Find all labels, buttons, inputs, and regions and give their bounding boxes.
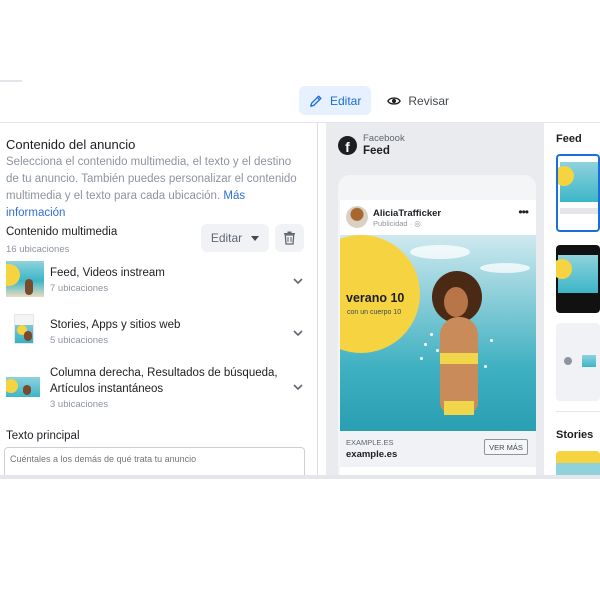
feed-post-card: AliciaTrafficker Publicidad · ◎ ••• vera… bbox=[340, 200, 536, 475]
see-more-button[interactable]: VER MÁS bbox=[484, 439, 528, 455]
chevron-down-icon[interactable] bbox=[292, 275, 304, 287]
avatar bbox=[346, 206, 368, 228]
placement-thumb-feed[interactable] bbox=[556, 154, 600, 232]
placement-count: 5 ubicaciones bbox=[50, 335, 109, 346]
tab-editar[interactable]: Editar bbox=[299, 86, 372, 115]
section-description: Selecciona el contenido multimedia, el t… bbox=[6, 154, 306, 222]
facebook-icon: f bbox=[338, 135, 357, 155]
placement-thumb-instagram[interactable] bbox=[556, 245, 600, 313]
cta-domain-caption: EXAMPLE.ES bbox=[346, 438, 394, 447]
primary-text-title: Texto principal bbox=[6, 430, 80, 442]
media-count: 16 ubicaciones bbox=[6, 244, 70, 255]
eye-icon bbox=[387, 96, 402, 105]
left-divider-stub bbox=[0, 80, 22, 82]
chevron-down-icon[interactable] bbox=[292, 327, 304, 339]
creative-subslogan: con un cuerpo 10 bbox=[347, 309, 402, 316]
placement-stories[interactable]: Stories, Apps y sitios web 5 ubicaciones bbox=[0, 313, 317, 357]
trash-icon bbox=[284, 231, 295, 245]
bottom-edge bbox=[0, 475, 600, 479]
post-username: AliciaTrafficker bbox=[373, 208, 442, 219]
placement-feed[interactable]: Feed, Videos instream 7 ubicaciones bbox=[0, 261, 317, 305]
delete-media-button[interactable] bbox=[275, 224, 304, 252]
ad-creative-image: verano 10 con un cuerpo 10 bbox=[340, 235, 536, 431]
preview-platform: f Facebook Feed bbox=[338, 133, 405, 157]
media-title: Contenido multimedia bbox=[6, 226, 118, 238]
placement-thumbnails-column: Feed Stories bbox=[548, 123, 600, 475]
placement-name: Stories, Apps y sitios web bbox=[50, 319, 181, 331]
placement-count: 3 ubicaciones bbox=[50, 399, 109, 410]
placement-right-column-thumbnail bbox=[6, 377, 40, 397]
tab-revisar-label: Revisar bbox=[408, 93, 450, 108]
stories-heading: Stories bbox=[556, 429, 594, 441]
feed-heading: Feed bbox=[556, 133, 582, 145]
pencil-icon bbox=[310, 95, 322, 107]
placement-thumb-right-column[interactable] bbox=[556, 323, 600, 401]
post-sponsored-text: Publicidad · bbox=[373, 219, 415, 228]
preview-placement-name: Feed bbox=[363, 145, 390, 157]
ad-preview-panel: f Facebook Feed AliciaTrafficker Publici… bbox=[326, 123, 544, 475]
placement-name: Feed, Videos instream bbox=[50, 267, 165, 279]
placement-stories-thumbnail bbox=[14, 314, 34, 344]
more-options-icon[interactable]: ••• bbox=[518, 205, 529, 219]
chevron-down-icon[interactable] bbox=[292, 381, 304, 393]
caret-down-icon bbox=[251, 235, 260, 241]
post-sponsored-label: Publicidad · ◎ bbox=[373, 219, 421, 228]
section-title: Contenido del anuncio bbox=[6, 137, 136, 152]
cta-domain: example.es bbox=[346, 449, 398, 460]
header-tabs: Editar Revisar bbox=[299, 86, 459, 115]
edit-media-label: Editar bbox=[210, 231, 243, 245]
placement-feed-thumbnail bbox=[6, 261, 44, 297]
edit-media-button[interactable]: Editar bbox=[201, 224, 269, 252]
creative-slogan: verano 10 bbox=[346, 291, 405, 305]
ad-content-panel: Contenido del anuncio Selecciona el cont… bbox=[0, 123, 318, 475]
placement-right-column[interactable]: Columna derecha, Resultados de búsqueda,… bbox=[0, 365, 317, 415]
preview-platform-label: Facebook bbox=[363, 133, 405, 144]
placements-divider bbox=[556, 411, 600, 412]
placement-count: 7 ubicaciones bbox=[50, 283, 109, 294]
section-description-text: Selecciona el contenido multimedia, el t… bbox=[6, 156, 297, 202]
cta-bar: EXAMPLE.ES example.es VER MÁS bbox=[340, 431, 536, 467]
placement-name: Columna derecha, Resultados de búsqueda,… bbox=[50, 367, 278, 395]
tab-editar-label: Editar bbox=[330, 93, 362, 108]
globe-icon: ◎ bbox=[414, 219, 421, 228]
primary-text-input[interactable] bbox=[4, 447, 305, 475]
placement-thumb-stories[interactable] bbox=[556, 451, 600, 475]
tab-revisar[interactable]: Revisar bbox=[377, 86, 459, 115]
